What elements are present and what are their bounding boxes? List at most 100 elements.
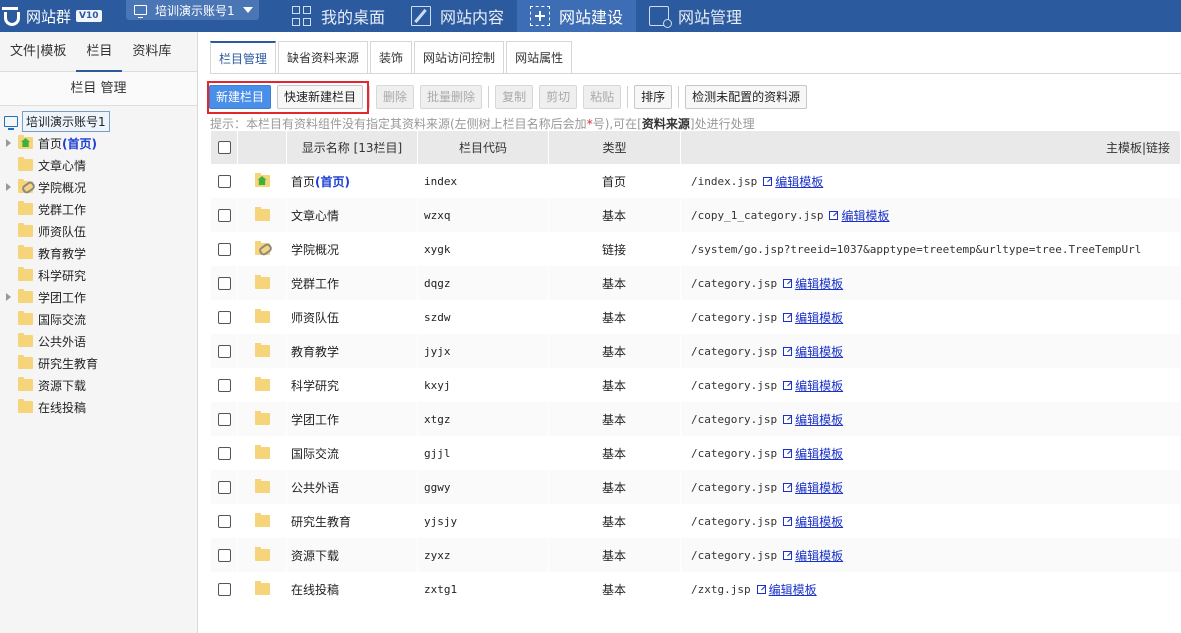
edit-template-link[interactable]: 编辑模板	[783, 275, 843, 292]
table-row[interactable]: 文章心情 wzxq 基本/copy_1_category.jsp 编辑模板	[211, 198, 1181, 232]
expand-arrow-icon[interactable]	[4, 176, 18, 198]
row-checkbox[interactable]	[217, 412, 231, 426]
header-type[interactable]: 类型	[549, 131, 681, 164]
row-checkbox[interactable]	[217, 446, 231, 460]
tree-item[interactable]: 师资队伍	[0, 220, 197, 242]
table-body: 首页 (首页) index 首页/index.jsp 编辑模板 文章心情 wzxq 基本/co…	[211, 164, 1181, 606]
tree-item[interactable]: 文章心情	[0, 154, 197, 176]
tab-columns[interactable]: 栏目	[76, 32, 123, 72]
table-row[interactable]: 教育教学 jyjx 基本/category.jsp 编辑模板	[211, 334, 1181, 368]
nav-manage[interactable]: 网站管理	[636, 0, 755, 32]
row-checkbox[interactable]	[217, 174, 231, 188]
sort-button[interactable]: 排序	[634, 85, 673, 109]
row-checkbox[interactable]	[217, 480, 231, 494]
tree-item[interactable]: 科学研究	[0, 264, 197, 286]
edit-template-link[interactable]: 编辑模板	[783, 547, 843, 564]
delete-button[interactable]: 删除	[376, 85, 415, 109]
table-row[interactable]: 党群工作 dqgz 基本/category.jsp 编辑模板	[211, 266, 1181, 300]
row-name-text: 师资队伍	[291, 310, 340, 325]
tree-item[interactable]: 公共外语	[0, 330, 197, 352]
edit-template-link[interactable]: 编辑模板	[783, 309, 843, 326]
external-link-icon	[783, 380, 793, 390]
folder-icon	[18, 245, 33, 259]
tree-item[interactable]: 学团工作	[0, 286, 197, 308]
expand-arrow-icon[interactable]	[4, 132, 18, 154]
row-checkbox[interactable]	[217, 514, 231, 528]
edit-template-link[interactable]: 编辑模板	[783, 343, 843, 360]
app-logo[interactable]: 网站群 V10	[0, 0, 102, 32]
table-row[interactable]: 科学研究 kxyj 基本/category.jsp 编辑模板	[211, 368, 1181, 402]
tree-item-text: 资源下载	[38, 378, 87, 393]
row-checkbox-cell	[211, 334, 238, 368]
tree-item[interactable]: 党群工作	[0, 198, 197, 220]
tree-item[interactable]: 国际交流	[0, 308, 197, 330]
tree-item[interactable]: 首页(首页)	[0, 132, 197, 154]
row-checkbox[interactable]	[217, 208, 231, 222]
tree-item[interactable]: 在线投稿	[0, 396, 197, 418]
table-row[interactable]: 师资队伍 szdw 基本/category.jsp 编辑模板	[211, 300, 1181, 334]
cut-button[interactable]: 剪切	[539, 85, 578, 109]
tree-item-text: 文章心情	[38, 158, 87, 173]
edit-template-link[interactable]: 编辑模板	[783, 479, 843, 496]
row-checkbox[interactable]	[217, 242, 231, 256]
hint-text: 提示：本栏目有资料组件没有指定其资料来源(左侧树上栏目名称后会加*号),可在[资…	[210, 115, 755, 132]
row-icon-cell	[238, 504, 287, 538]
header-name[interactable]: 显示名称 [13栏目]	[287, 131, 418, 164]
tab-column-manage[interactable]: 栏目管理	[210, 41, 277, 73]
tab-library[interactable]: 资料库	[122, 32, 181, 72]
table-row[interactable]: 国际交流 gjjl 基本/category.jsp 编辑模板	[211, 436, 1181, 470]
tab-decoration[interactable]: 装饰	[370, 41, 413, 73]
header-template[interactable]: 主模板|链接	[681, 131, 1181, 164]
table-row[interactable]: 研究生教育 yjsjy 基本/category.jsp 编辑模板	[211, 504, 1181, 538]
edit-template-link[interactable]: 编辑模板	[829, 207, 889, 224]
toolbar-divider	[488, 86, 490, 108]
row-icon-cell	[238, 334, 287, 368]
edit-template-link[interactable]: 编辑模板	[783, 513, 843, 530]
edit-template-link[interactable]: 编辑模板	[763, 173, 823, 190]
edit-template-link[interactable]: 编辑模板	[783, 377, 843, 394]
edit-template-link[interactable]: 编辑模板	[783, 411, 843, 428]
copy-button[interactable]: 复制	[495, 85, 534, 109]
row-checkbox[interactable]	[217, 548, 231, 562]
row-checkbox[interactable]	[217, 582, 231, 596]
table-row[interactable]: 学团工作 xtgz 基本/category.jsp 编辑模板	[211, 402, 1181, 436]
header-code[interactable]: 栏目代码	[418, 131, 549, 164]
select-all-checkbox[interactable]	[217, 141, 231, 154]
tree-item[interactable]: 研究生教育	[0, 352, 197, 374]
row-code: ggwy	[418, 470, 549, 504]
table-row[interactable]: 公共外语 ggwy 基本/category.jsp 编辑模板	[211, 470, 1181, 504]
row-checkbox[interactable]	[217, 344, 231, 358]
check-sources-button[interactable]: 检测未配置的资料源	[685, 85, 808, 109]
nav-desktop[interactable]: 我的桌面	[279, 0, 398, 32]
account-select[interactable]: 培训演示账号1	[126, 0, 259, 20]
template-path: /system/go.jsp?treeid=1037&apptype=treet…	[691, 242, 1142, 256]
row-checkbox[interactable]	[217, 378, 231, 392]
expand-arrow-icon[interactable]	[4, 286, 18, 308]
edit-template-link[interactable]: 编辑模板	[783, 445, 843, 462]
tab-access-control[interactable]: 网站访问控制	[414, 41, 505, 73]
tree-item[interactable]: 教育教学	[0, 242, 197, 264]
tree-item-label: 文章心情	[38, 157, 86, 174]
nav-build[interactable]: 网站建设	[517, 0, 637, 32]
row-checkbox[interactable]	[217, 310, 231, 324]
tree-item[interactable]: 资源下载	[0, 374, 197, 396]
tab-files-templates[interactable]: 文件|模板	[0, 32, 76, 72]
batch-delete-button[interactable]: 批量删除	[420, 85, 483, 109]
table-row[interactable]: 首页 (首页) index 首页/index.jsp 编辑模板	[211, 164, 1181, 198]
tab-site-properties[interactable]: 网站属性	[506, 41, 573, 73]
hint-prefix: 提示：本栏目有资料组件没有指定其资料来源(左侧树上栏目名称后会加	[210, 117, 587, 131]
paste-button[interactable]: 粘贴	[583, 85, 622, 109]
nav-content[interactable]: 网站内容	[398, 0, 517, 32]
table-row[interactable]: 资源下载 zyxz 基本/category.jsp 编辑模板	[211, 538, 1181, 572]
table-row[interactable]: 在线投稿 zxtg1 基本/zxtg.jsp 编辑模板	[211, 572, 1181, 606]
tab-default-source[interactable]: 缺省资料来源	[278, 41, 369, 73]
row-type: 基本	[549, 436, 681, 470]
tree-root[interactable]: 培训演示账号1	[0, 110, 197, 132]
edit-template-label: 编辑模板	[795, 514, 844, 529]
template-path: /category.jsp	[691, 344, 778, 358]
tree-item[interactable]: 学院概况	[0, 176, 197, 198]
table-row[interactable]: 学院概况 xygk 链接/system/go.jsp?treeid=1037&app…	[211, 232, 1181, 266]
row-icon-cell	[238, 572, 287, 606]
edit-template-link[interactable]: 编辑模板	[756, 581, 817, 598]
row-checkbox[interactable]	[217, 276, 231, 290]
